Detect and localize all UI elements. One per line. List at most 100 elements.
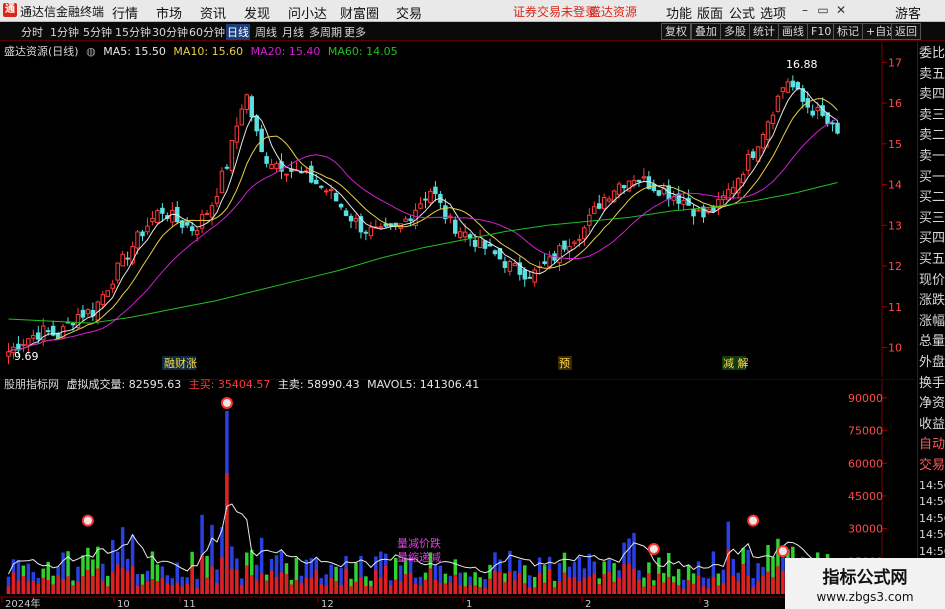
volume-bar-main-buy xyxy=(513,580,517,594)
watermark-url: www.zbgs3.com xyxy=(816,590,914,604)
volume-bar-main-buy xyxy=(71,585,75,594)
menu-trade[interactable]: 交易 xyxy=(396,3,422,22)
period-daily[interactable]: 日线 xyxy=(226,24,250,40)
volume-bar-main-buy xyxy=(61,578,65,594)
period-15min[interactable]: 15分钟 xyxy=(114,24,152,40)
price-chart[interactable]: 10 11 12 13 14 15 16 17 16.88 9.69 融财涨 预 减 解 xyxy=(0,42,915,377)
period-30min[interactable]: 30分钟 xyxy=(151,24,189,40)
menu-quotes[interactable]: 行情 xyxy=(112,3,138,22)
candle-body xyxy=(170,209,175,223)
menu-community[interactable]: 财富圈 xyxy=(340,3,379,22)
side-item-2[interactable]: 卖四 xyxy=(919,85,945,105)
candle-body xyxy=(745,154,751,171)
menu-options[interactable]: 选项 xyxy=(760,3,786,22)
mark-button[interactable]: 标记 xyxy=(833,23,863,40)
candle-body xyxy=(587,214,592,226)
menu-news[interactable]: 资讯 xyxy=(200,3,226,22)
side-item-3[interactable]: 卖三 xyxy=(919,106,945,126)
period-monthly[interactable]: 月线 xyxy=(281,24,305,40)
adjust-button[interactable]: 复权 xyxy=(661,23,691,40)
side-item-17[interactable]: 净资 xyxy=(919,394,945,414)
volume-bar-main-buy xyxy=(736,580,740,594)
menu-formula[interactable]: 公式 xyxy=(729,3,755,22)
volume-bar-main-buy xyxy=(637,579,641,594)
candle-body xyxy=(596,203,602,209)
multi-stock-button[interactable]: 多股 xyxy=(720,23,750,40)
volume-bar-main-buy xyxy=(369,586,373,594)
side-item-19[interactable]: 自动 xyxy=(919,435,945,455)
indicator-settings-icon[interactable]: ◍ xyxy=(86,45,96,58)
side-item-14[interactable]: 总量 xyxy=(919,332,945,352)
close-icon[interactable]: ✕ xyxy=(833,2,849,18)
volume-bar-main-buy xyxy=(741,564,745,594)
volume-bar-main-buy xyxy=(542,582,547,594)
side-item-6[interactable]: 买一 xyxy=(919,168,945,188)
guest-user-label[interactable]: 游客 xyxy=(895,3,921,22)
volume-bar-main-buy xyxy=(115,564,120,594)
volume-bar-main-buy xyxy=(632,568,636,594)
volume-bar-main-buy xyxy=(339,584,343,594)
price-chart-panel[interactable]: 10 11 12 13 14 15 16 17 16.88 9.69 融财涨 预 减 解 盛达… xyxy=(0,42,915,377)
maximize-icon[interactable]: ▭ xyxy=(815,2,831,18)
period-1min[interactable]: 1分钟 xyxy=(49,24,80,40)
side-item-10[interactable]: 买五 xyxy=(919,250,945,270)
side-item-18[interactable]: 收益 xyxy=(919,415,945,435)
side-item-7[interactable]: 买二 xyxy=(919,188,945,208)
candle-body xyxy=(601,197,607,210)
side-item-8[interactable]: 买三 xyxy=(919,209,945,229)
app-name: 通达信金融终端 xyxy=(20,5,105,19)
volume-bar-main-buy xyxy=(562,572,567,594)
candle-body xyxy=(125,257,130,260)
date-tick-label: 10 xyxy=(117,599,130,609)
side-item-20[interactable]: 交易 xyxy=(919,456,945,476)
menu-assistant[interactable]: 问小达 xyxy=(288,3,327,22)
menu-market[interactable]: 市场 xyxy=(156,3,182,22)
side-item-15[interactable]: 外盘 xyxy=(919,353,945,373)
period-weekly[interactable]: 周线 xyxy=(254,24,278,40)
side-item-1[interactable]: 卖五 xyxy=(919,65,945,85)
back-button[interactable]: 返回 xyxy=(891,23,921,40)
period-5min[interactable]: 5分钟 xyxy=(82,24,113,40)
side-item-5[interactable]: 卖一 xyxy=(919,147,945,167)
side-item-4[interactable]: 卖二 xyxy=(919,126,945,146)
volume-bar-main-buy xyxy=(627,563,631,594)
candle-body xyxy=(115,262,120,281)
volume-bar-main-buy xyxy=(344,568,348,594)
side-item-11[interactable]: 现价 xyxy=(919,271,945,291)
menu-functions[interactable]: 功能 xyxy=(666,3,692,22)
side-item-13[interactable]: 涨幅 xyxy=(919,312,945,332)
price-tick-label: 11 xyxy=(888,301,902,314)
f10-button[interactable]: F10 xyxy=(807,23,836,40)
volume-bar-main-buy xyxy=(354,581,358,594)
volume-bar-main-buy xyxy=(453,574,458,594)
side-item-9[interactable]: 买四 xyxy=(919,229,945,249)
login-notice[interactable]: 证券交易未登录 xyxy=(513,3,597,20)
volume-bar-main-buy xyxy=(334,580,338,594)
minimize-icon[interactable]: – xyxy=(797,2,813,18)
volume-tick-label: 60000 xyxy=(848,457,883,470)
side-item-0[interactable]: 委比 xyxy=(919,44,945,64)
candle-body xyxy=(110,283,115,289)
period-multi[interactable]: 多周期 xyxy=(308,24,343,40)
period-more[interactable]: 更多 xyxy=(343,24,367,40)
period-60min[interactable]: 60分钟 xyxy=(188,24,226,40)
candle-body xyxy=(815,106,820,112)
side-item-16[interactable]: 换手 xyxy=(919,374,945,394)
volume-bar-main-buy xyxy=(170,584,175,594)
period-timeshare[interactable]: 分时 xyxy=(20,24,44,40)
volume-bar-main-buy xyxy=(557,581,562,594)
volume-bar-main-buy xyxy=(463,586,467,594)
date-tick-label: 2024年 xyxy=(5,597,40,609)
draw-line-button[interactable]: 画线 xyxy=(778,23,808,40)
volume-chart[interactable]: 150003000045000600007500090000 量减价跌 量缩递减… xyxy=(0,378,915,609)
volume-chart-panel[interactable]: 150003000045000600007500090000 量减价跌 量缩递减… xyxy=(0,378,915,609)
menu-layout[interactable]: 版面 xyxy=(697,3,723,22)
volume-bar-main-buy xyxy=(304,577,309,594)
volume-bar-main-buy xyxy=(101,580,105,594)
overlay-button[interactable]: 叠加 xyxy=(691,23,721,40)
menu-discover[interactable]: 发现 xyxy=(244,3,270,22)
candle-body xyxy=(234,125,240,143)
statistics-button[interactable]: 统计 xyxy=(749,23,779,40)
candle-body xyxy=(656,190,662,196)
side-item-12[interactable]: 涨跌 xyxy=(919,291,945,311)
